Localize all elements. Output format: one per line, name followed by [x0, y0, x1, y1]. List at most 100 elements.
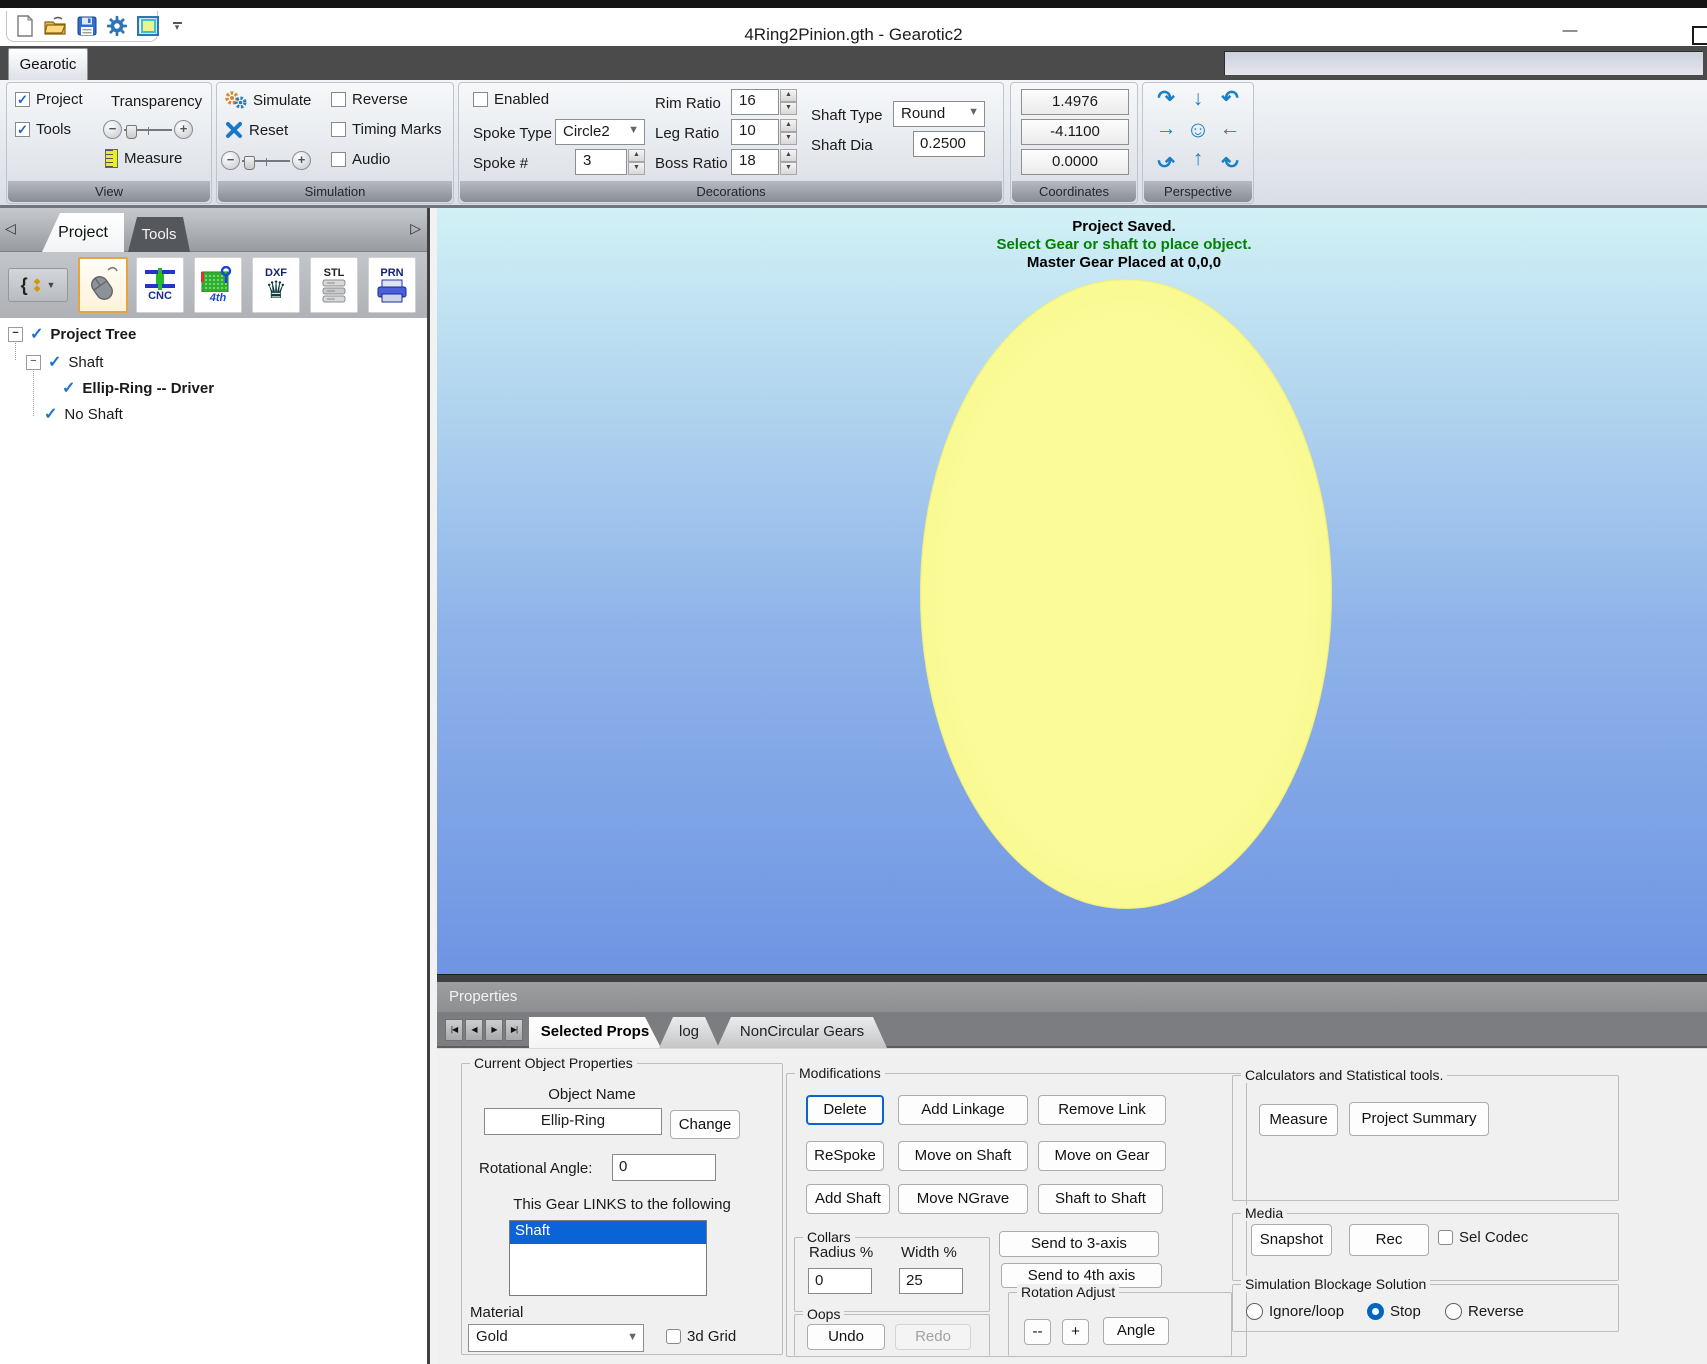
fourth-axis-button[interactable]: 4th — [194, 257, 242, 313]
angle-button[interactable]: Angle — [1103, 1317, 1169, 1345]
delete-button[interactable]: Delete — [806, 1095, 884, 1125]
radio-ignore-loop[interactable]: Ignore/loop — [1246, 1303, 1344, 1320]
viewport-canvas[interactable]: Project Saved. Select Gear or shaft to p… — [437, 208, 1707, 974]
tab-selected-props[interactable]: Selected Props — [529, 1017, 661, 1048]
slider-plus-button[interactable]: + — [292, 151, 311, 170]
material-dropdown[interactable]: Gold▼ — [468, 1324, 644, 1352]
spin-up-icon[interactable]: ▲ — [780, 89, 797, 102]
spin-up-icon[interactable]: ▲ — [780, 119, 797, 132]
change-button[interactable]: Change — [670, 1110, 740, 1139]
undo-button[interactable]: Undo — [807, 1324, 885, 1350]
simulate-button[interactable]: Simulate — [225, 91, 311, 109]
spoke-count-spinner[interactable]: 3 ▲▼ — [575, 149, 645, 175]
tab-log[interactable]: log — [659, 1017, 719, 1048]
coordinate-x-field[interactable]: 1.4976 — [1021, 89, 1129, 115]
tab-project[interactable]: Project — [42, 213, 124, 252]
reset-view-smiley-icon[interactable]: ☺ — [1183, 115, 1213, 143]
width-percent-field[interactable]: 25 — [899, 1268, 963, 1294]
vertical-splitter[interactable] — [427, 208, 437, 1364]
tab-first-icon[interactable]: |◀ — [445, 1019, 463, 1041]
collapse-icon[interactable]: − — [26, 355, 41, 370]
measure-button[interactable]: Measure — [1259, 1104, 1338, 1136]
spin-up-icon[interactable]: ▲ — [628, 149, 645, 162]
tab-gearotic[interactable]: Gearotic — [8, 48, 88, 80]
move-ngrave-button[interactable]: Move NGrave — [898, 1184, 1028, 1214]
spin-up-icon[interactable]: ▲ — [780, 149, 797, 162]
tree-item-shaft[interactable]: − ✓ Shaft — [26, 350, 103, 374]
prn-print-button[interactable]: PRN — [368, 257, 416, 313]
tab-noncircular-gears[interactable]: NonCircular Gears — [717, 1017, 887, 1048]
dxf-export-button[interactable]: DXF ♛ — [252, 257, 300, 313]
respoke-button[interactable]: ReSpoke — [806, 1141, 884, 1171]
slider-minus-button[interactable]: − — [221, 151, 240, 170]
shaft-dia-field[interactable]: 0.2500 — [913, 131, 985, 157]
measure-tool[interactable]: Measure — [105, 149, 182, 168]
tilt-ccw-icon[interactable]: ↶ — [1215, 145, 1245, 173]
tab-prev-icon[interactable]: ◀ — [465, 1019, 483, 1041]
transparency-slider[interactable]: − + — [103, 120, 193, 139]
reset-button[interactable]: Reset — [225, 121, 288, 139]
spin-down-icon[interactable]: ▼ — [780, 132, 797, 145]
linked-item-selected[interactable]: Shaft — [510, 1221, 706, 1244]
coordinate-z-field[interactable]: 0.0000 — [1021, 149, 1129, 175]
tilt-cw-icon[interactable]: ↷ — [1151, 145, 1181, 173]
qat-customize-dropdown-icon[interactable]: ▾ — [170, 20, 184, 36]
slider-plus-button[interactable]: + — [174, 120, 193, 139]
rotate-plus-button[interactable]: + — [1062, 1319, 1089, 1345]
project-summary-button[interactable]: Project Summary — [1349, 1102, 1489, 1136]
links-listbox[interactable]: Shaft — [509, 1220, 707, 1296]
add-linkage-button[interactable]: Add Linkage — [898, 1095, 1028, 1125]
rotate-ccw-icon[interactable]: ↶ — [1215, 85, 1245, 113]
arrow-down-icon[interactable]: ↓ — [1183, 85, 1213, 113]
ribbon-right-bar[interactable] — [1224, 51, 1703, 75]
cnc-output-button[interactable]: CNC — [136, 257, 184, 313]
shaft-type-dropdown[interactable]: Round▼ — [893, 101, 985, 127]
audio-checkbox[interactable]: Audio — [331, 151, 390, 168]
arrow-up-icon[interactable]: ↑ — [1183, 145, 1213, 173]
reverse-checkbox[interactable]: Reverse — [331, 91, 408, 108]
screen-capture-icon[interactable] — [137, 16, 159, 36]
slider-thumb[interactable] — [244, 156, 255, 170]
tab-next-icon[interactable]: ▶ — [485, 1019, 503, 1041]
slider-minus-button[interactable]: − — [103, 120, 122, 139]
rotate-cw-icon[interactable]: ↷ — [1151, 85, 1181, 113]
tree-item-project-tree[interactable]: − ✓ Project Tree — [8, 322, 136, 346]
tools-checkbox[interactable]: ✓ Tools — [15, 121, 71, 138]
radio-stop[interactable]: Stop — [1367, 1303, 1421, 1320]
sel-codec-checkbox[interactable]: Sel Codec — [1438, 1229, 1528, 1246]
save-icon[interactable] — [77, 16, 97, 36]
arrow-left-icon[interactable]: ← — [1215, 115, 1245, 143]
rotational-angle-field[interactable]: 0 — [612, 1154, 716, 1181]
minimize-button[interactable]: — — [1548, 20, 1592, 46]
horizontal-splitter[interactable] — [437, 974, 1707, 982]
timing-marks-checkbox[interactable]: Timing Marks — [331, 121, 441, 138]
tabstrip-left-arrow-icon[interactable]: ◁ — [5, 220, 16, 237]
select-mouse-tool-button[interactable] — [78, 257, 128, 313]
stl-export-button[interactable]: STL — [310, 257, 358, 313]
move-on-gear-button[interactable]: Move on Gear — [1038, 1141, 1166, 1171]
redo-button[interactable]: Redo — [895, 1324, 971, 1350]
radio-reverse[interactable]: Reverse — [1445, 1303, 1524, 1320]
tab-last-icon[interactable]: ▶| — [505, 1019, 523, 1041]
project-checkbox[interactable]: ✓ Project — [15, 91, 83, 108]
maximize-button[interactable] — [1692, 26, 1707, 45]
rec-button[interactable]: Rec — [1349, 1224, 1429, 1256]
spin-down-icon[interactable]: ▼ — [628, 162, 645, 175]
send-to-3axis-button[interactable]: Send to 3-axis — [999, 1231, 1159, 1257]
open-file-icon[interactable] — [44, 16, 68, 36]
slider-thumb[interactable] — [126, 125, 137, 139]
tab-tools[interactable]: Tools — [128, 217, 190, 252]
rotate-minus-button[interactable]: -- — [1024, 1319, 1051, 1345]
shaft-to-shaft-button[interactable]: Shaft to Shaft — [1038, 1184, 1163, 1214]
grid3d-checkbox[interactable]: 3d Grid — [666, 1328, 736, 1345]
arrow-right-icon[interactable]: → — [1151, 115, 1181, 143]
object-name-field[interactable]: Ellip-Ring — [484, 1108, 662, 1135]
tabstrip-right-arrow-icon[interactable]: ▷ — [410, 220, 421, 237]
coordinate-y-field[interactable]: -4.1100 — [1021, 119, 1129, 145]
settings-gear-icon[interactable] — [106, 15, 128, 37]
gear-style-combo[interactable]: { ◆◆ ▼ — [8, 268, 68, 302]
boss-ratio-spinner[interactable]: 18 ▲▼ — [731, 149, 797, 175]
tree-item-no-shaft[interactable]: ✓ No Shaft — [44, 402, 123, 426]
leg-ratio-spinner[interactable]: 10 ▲▼ — [731, 119, 797, 145]
simulation-speed-slider[interactable]: − + — [221, 151, 311, 170]
